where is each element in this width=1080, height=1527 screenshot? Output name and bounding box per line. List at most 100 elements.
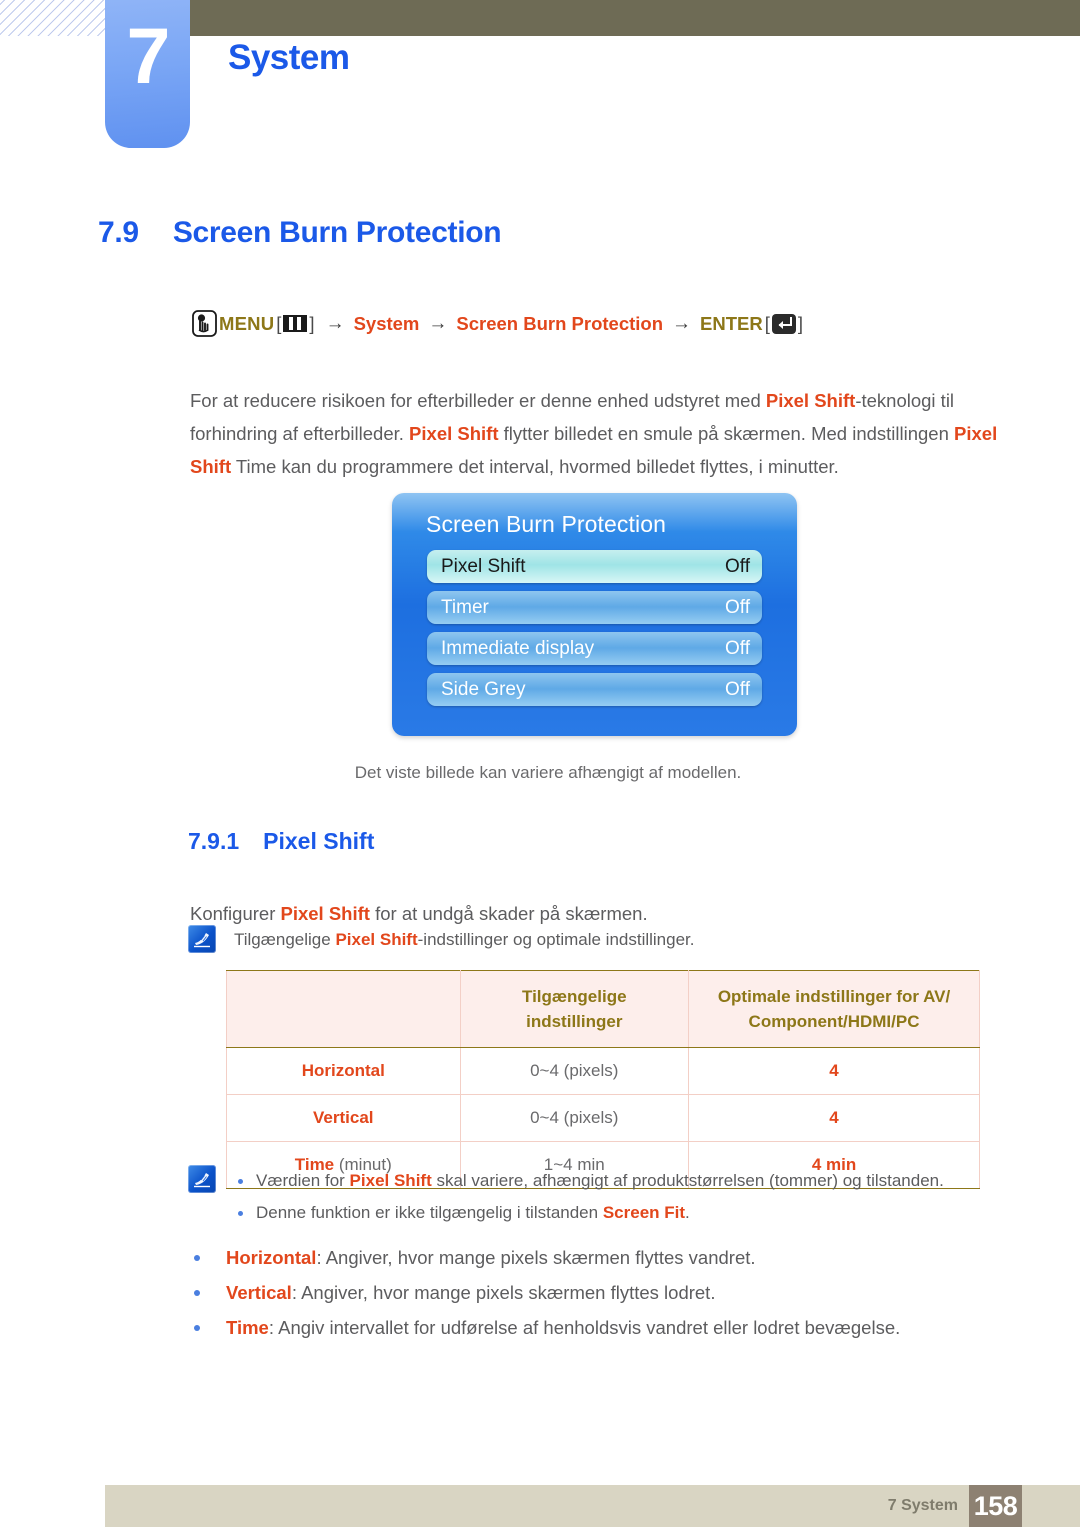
note2-item1-text-1: Denne funktion er ikke tilgængelig i til… <box>256 1203 603 1222</box>
note2-item0-text-2: skal variere, afhængigt af produktstørre… <box>431 1171 944 1190</box>
bracket-open-1: [ <box>276 312 282 334</box>
sub-text-1: Konfigurer <box>190 902 281 924</box>
note1-highlight-1: Pixel Shift <box>335 930 418 949</box>
table-header-row: Tilgængelige indstillinger Optimale inds… <box>226 970 980 1048</box>
list-item: Værdien for Pixel Shift skal variere, af… <box>234 1165 944 1197</box>
osd-title: Screen Burn Protection <box>426 511 666 537</box>
breadcrumb-arrow-2: → <box>428 312 448 334</box>
table-header-optimal: Optimale indstillinger for AV/ Component… <box>688 970 980 1048</box>
osd-row-immediate-display[interactable]: Immediate display Off <box>427 632 762 665</box>
menu-breadcrumb: MENU [ ] → System → Screen Burn Protecti… <box>192 310 805 337</box>
intro-highlight-1: Pixel Shift <box>765 389 856 411</box>
note1-text-2: -indstillinger og optimale indstillinger… <box>417 930 695 949</box>
note-bullet-list: Værdien for Pixel Shift skal variere, af… <box>234 1165 944 1229</box>
table-header-optimal-line2: Component/HDMI/PC <box>748 1012 920 1031</box>
section-title: Screen Burn Protection <box>172 216 502 249</box>
subsection-title: Pixel Shift <box>263 828 375 854</box>
breadcrumb-arrow-1: → <box>325 312 345 334</box>
breadcrumb-arrow-3: → <box>672 312 692 334</box>
osd-row-label: Side Grey <box>441 678 526 700</box>
osd-row-side-grey[interactable]: Side Grey Off <box>427 673 762 706</box>
note-pen-icon <box>188 1165 216 1193</box>
enter-key-icon <box>771 313 796 334</box>
breadcrumb-menu-label: MENU <box>219 312 275 334</box>
subsection-heading: 7.9.1 Pixel Shift <box>188 828 374 855</box>
table-cell-available-horizontal: 0~4 (pixels) <box>459 1047 690 1095</box>
subsection-number: 7.9.1 <box>188 828 240 854</box>
parameter-description-list: Horizontal: Angiver, hvor mange pixels s… <box>190 1240 1040 1345</box>
osd-screenshot-panel: Screen Burn Protection Pixel Shift Off T… <box>392 493 797 736</box>
note2-item0-highlight: Pixel Shift <box>349 1171 432 1190</box>
table-header-available-line2: indstillinger <box>526 1012 623 1031</box>
note-block-1: Tilgængelige Pixel Shift-indstillinger o… <box>188 925 1008 954</box>
list-item: Denne funktion er ikke tilgængelig i til… <box>234 1197 944 1229</box>
breadcrumb-path-system: System <box>353 312 420 334</box>
osd-row-value: Off <box>725 678 750 700</box>
footer-chapter-label: 7 System <box>887 1497 958 1514</box>
osd-row-value: Off <box>725 555 750 577</box>
table-cell-available-vertical: 0~4 (pixels) <box>459 1094 690 1142</box>
final-bullet-2-term: Time <box>226 1317 269 1338</box>
final-bullet-0-text: : Angiver, hvor mange pixels skærmen fly… <box>316 1247 756 1268</box>
hatch-pattern-decoration <box>0 0 108 36</box>
table-header-available-line1: Tilgængelige <box>522 987 627 1006</box>
table-row: Horizontal 0~4 (pixels) 4 <box>226 1047 980 1095</box>
osd-caption: Det viste billede kan variere afhængigt … <box>354 763 742 782</box>
table-cell-optimal-horizontal: 4 <box>688 1047 980 1095</box>
osd-row-timer[interactable]: Timer Off <box>427 591 762 624</box>
bracket-open-2: [ <box>764 312 770 334</box>
sub-highlight-1: Pixel Shift <box>280 902 370 924</box>
note-pen-icon <box>188 925 216 953</box>
table-cell-optimal-vertical: 4 <box>688 1094 980 1142</box>
chapter-number: 7 <box>126 11 171 100</box>
chapter-title: System <box>228 38 350 77</box>
final-bullet-2-text: : Angiv intervallet for udførelse af hen… <box>268 1317 901 1338</box>
breadcrumb-enter-label: ENTER <box>700 312 763 334</box>
menu-key-icon <box>283 315 308 332</box>
table-row: Vertical 0~4 (pixels) 4 <box>226 1094 980 1142</box>
intro-text-3: flytter billedet en smule på skærmen. Me… <box>498 422 955 444</box>
table-cell-label-horizontal: Horizontal <box>226 1047 461 1095</box>
table-header-optimal-line1: Optimale indstillinger for AV/ <box>717 987 951 1006</box>
section-heading: 7.9 Screen Burn Protection <box>98 216 502 250</box>
intro-text-1: For at reducere risikoen for efterbilled… <box>190 389 766 411</box>
pixel-shift-settings-table: Tilgængelige indstillinger Optimale inds… <box>226 970 980 1189</box>
list-item: Vertical: Angiver, hvor mange pixels skæ… <box>190 1275 1040 1310</box>
sub-text-2: for at undgå skader på skærmen. <box>369 902 648 924</box>
osd-row-pixel-shift[interactable]: Pixel Shift Off <box>427 550 762 583</box>
osd-row-value: Off <box>725 637 750 659</box>
breadcrumb-path-screen-burn-protection: Screen Burn Protection <box>456 312 664 334</box>
table-header-available: Tilgængelige indstillinger <box>459 970 690 1048</box>
footer-page-number: 158 <box>969 1485 1022 1527</box>
table-cell-label-vertical: Vertical <box>226 1094 461 1142</box>
final-bullet-0-term: Horizontal <box>226 1247 317 1268</box>
note1-text-1: Tilgængelige <box>234 930 336 949</box>
note2-item1-text-2: . <box>685 1203 690 1222</box>
bracket-close-1: ] <box>309 312 315 334</box>
list-item: Time: Angiv intervallet for udførelse af… <box>190 1310 1040 1345</box>
note2-item0-text-1: Værdien for <box>256 1171 350 1190</box>
header-olive-band <box>190 0 1080 36</box>
osd-row-label: Pixel Shift <box>441 555 526 577</box>
note-text-1: Tilgængelige Pixel Shift-indstillinger o… <box>234 925 695 954</box>
final-bullet-1-term: Vertical <box>226 1282 292 1303</box>
osd-row-label: Immediate display <box>441 637 595 659</box>
note2-item1-highlight: Screen Fit <box>602 1203 686 1222</box>
table-header-blank <box>226 970 461 1048</box>
row-label: Vertical <box>313 1108 374 1127</box>
osd-row-label: Timer <box>441 596 489 618</box>
final-bullet-1-text: : Angiver, hvor mange pixels skærmen fly… <box>291 1282 716 1303</box>
osd-row-value: Off <box>725 596 750 618</box>
subsection-paragraph: Konfigurer Pixel Shift for at undgå skad… <box>190 899 1010 929</box>
note-block-2: Værdien for Pixel Shift skal variere, af… <box>188 1165 1028 1229</box>
intro-paragraph: For at reducere risikoen for efterbilled… <box>190 384 1005 483</box>
chapter-tab: 7 <box>105 0 190 148</box>
list-item: Horizontal: Angiver, hvor mange pixels s… <box>190 1240 1040 1275</box>
row-label: Horizontal <box>301 1061 385 1080</box>
intro-highlight-2: Pixel Shift <box>409 422 499 444</box>
page-header: 7 System <box>0 0 1080 160</box>
intro-text-4: Time kan du programmere det interval, hv… <box>231 455 839 477</box>
section-number: 7.9 <box>98 216 139 249</box>
table-head: Tilgængelige indstillinger Optimale inds… <box>226 970 980 1048</box>
hand-press-icon <box>192 310 217 337</box>
